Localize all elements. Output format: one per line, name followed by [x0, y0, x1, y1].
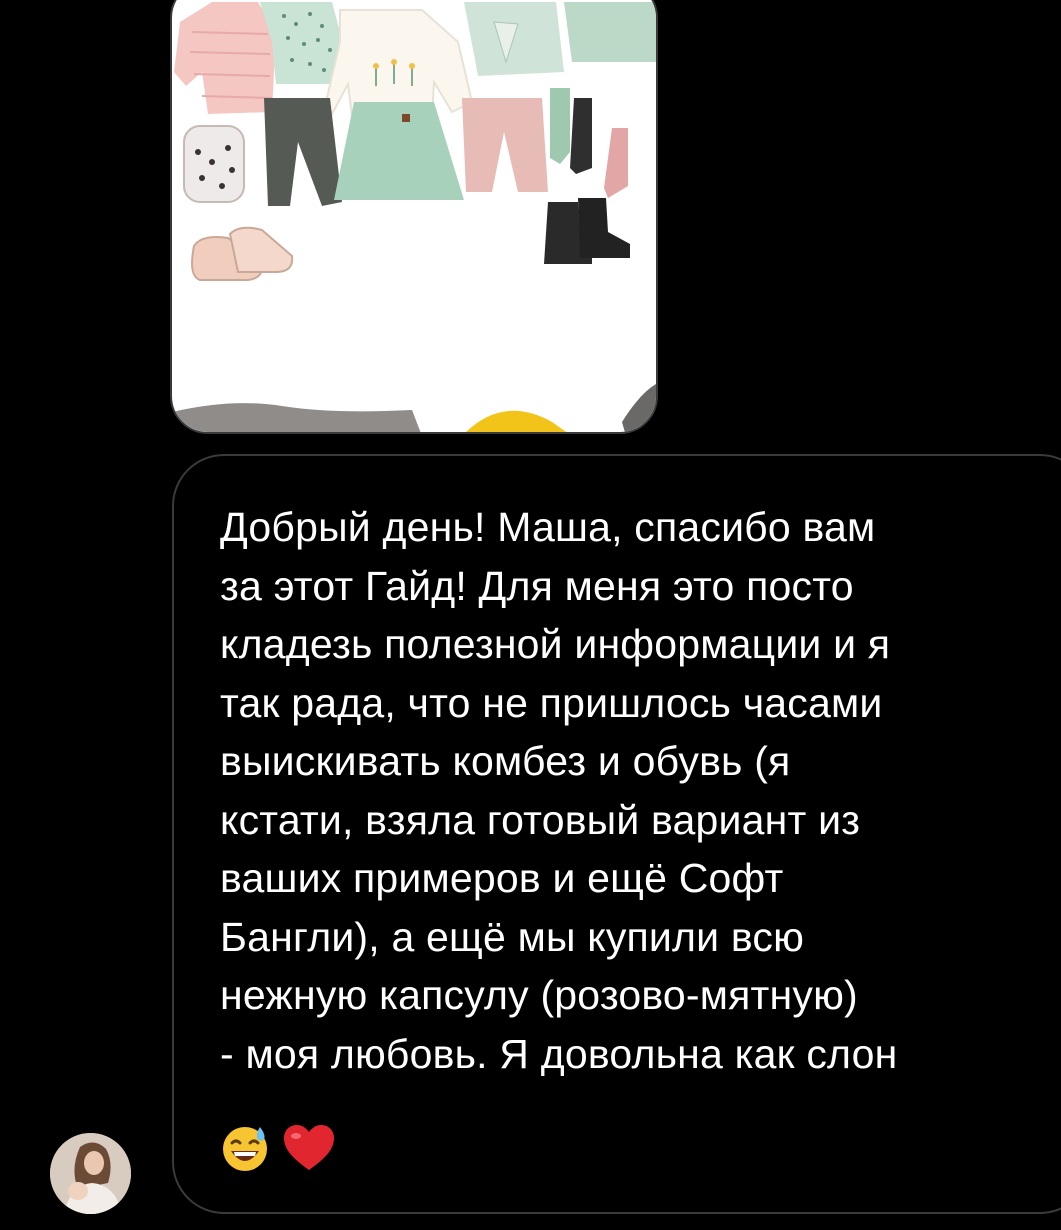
- outfit-collage-image: [172, 2, 656, 432]
- message-text: Добрый день! Маша, спасибо вам за этот Г…: [220, 504, 898, 1077]
- text-message-bubble[interactable]: Добрый день! Маша, спасибо вам за этот Г…: [172, 454, 1061, 1214]
- image-message-bubble[interactable]: [170, 0, 658, 434]
- red-heart-emoji: [284, 1125, 334, 1170]
- sweat-smile-emoji: [223, 1127, 267, 1171]
- user-avatar[interactable]: [50, 1133, 131, 1214]
- emoji-row: [220, 1118, 336, 1178]
